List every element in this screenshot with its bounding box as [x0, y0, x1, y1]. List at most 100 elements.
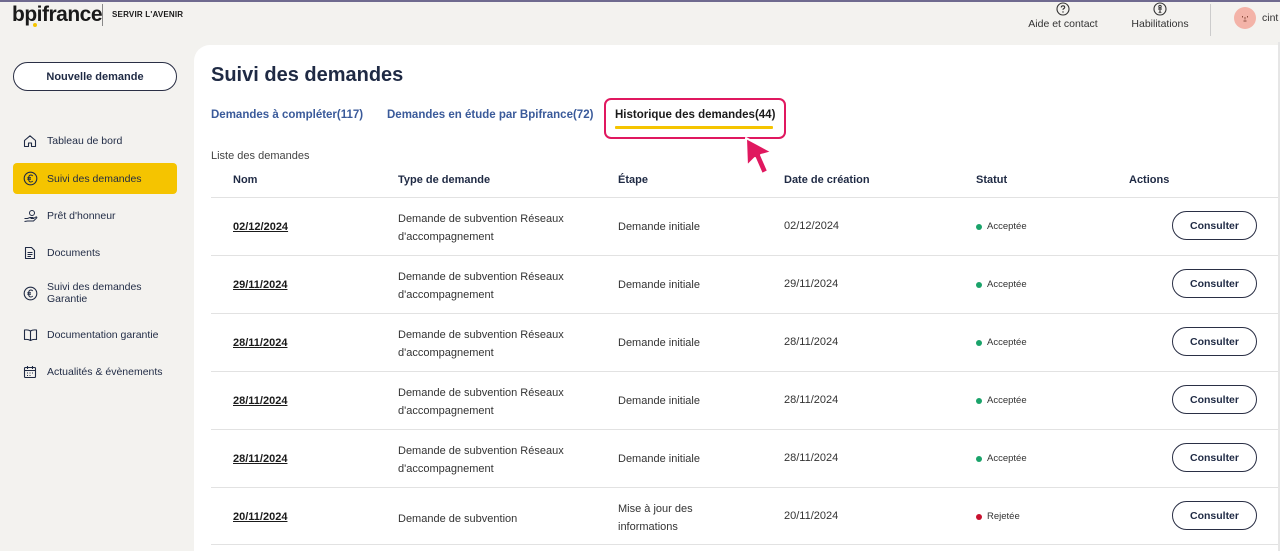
user-name[interactable]: cint — [1262, 12, 1278, 24]
sidebar-item-actualites[interactable]: Actualités & évènements — [13, 361, 177, 383]
table-row: 29/11/2024 Demande de subvention Réseaux… — [211, 255, 1280, 313]
help-contact-link[interactable]: Aide et contact — [1027, 2, 1099, 30]
request-type: Demande de subvention Réseaux d'accompag… — [398, 271, 564, 301]
question-circle-icon — [1056, 2, 1070, 16]
column-header-etape[interactable]: Étape — [618, 174, 648, 186]
tab-demandes-en-etude[interactable]: Demandes en étude par Bpifrance(72) — [387, 109, 593, 121]
status-badge: Rejetée — [976, 511, 1020, 522]
status-dot — [976, 513, 982, 520]
status-label: Acceptée — [987, 279, 1027, 290]
status-badge: Acceptée — [976, 221, 1027, 232]
hand-coin-icon — [13, 209, 47, 224]
person-circle-icon — [1153, 2, 1167, 16]
help-label: Aide et contact — [1028, 18, 1098, 30]
sidebar-item-pret-honneur[interactable]: Prêt d'honneur — [13, 205, 177, 227]
sidebar-item-label: Prêt d'honneur — [47, 210, 116, 222]
request-name-link[interactable]: 28/11/2024 — [233, 453, 287, 465]
status-label: Acceptée — [987, 395, 1027, 406]
column-header-statut[interactable]: Statut — [976, 174, 1007, 186]
request-date: 28/11/2024 — [784, 394, 839, 406]
top-header: bpifrance SERVIR L'AVENIR Aide et contac… — [0, 2, 1280, 42]
status-badge: Acceptée — [976, 395, 1027, 406]
status-label: Acceptée — [987, 221, 1027, 232]
euro-icon — [13, 286, 47, 301]
request-type: Demande de subvention Réseaux d'accompag… — [398, 387, 564, 417]
request-type: Demande de subvention Réseaux d'accompag… — [398, 213, 564, 243]
sidebar-item-suivi-garantie[interactable]: Suivi des demandes Garantie — [13, 277, 177, 309]
request-name-link[interactable]: 28/11/2024 — [233, 395, 287, 407]
sidebar-item-documentation-garantie[interactable]: Documentation garantie — [13, 324, 177, 346]
status-label: Rejetée — [987, 511, 1020, 522]
habilitations-label: Habilitations — [1131, 18, 1189, 30]
status-label: Acceptée — [987, 453, 1027, 464]
request-name-link[interactable]: 02/12/2024 — [233, 221, 288, 233]
request-name-link[interactable]: 20/11/2024 — [233, 511, 287, 523]
avatar[interactable] — [1234, 7, 1256, 29]
face-icon — [1242, 16, 1248, 22]
status-badge: Acceptée — [976, 279, 1027, 290]
header-divider — [1210, 4, 1211, 36]
request-etape: Demande initiale — [618, 395, 700, 407]
request-name-link[interactable]: 29/11/2024 — [233, 279, 287, 291]
column-header-type[interactable]: Type de demande — [398, 174, 490, 186]
sidebar-item-documents[interactable]: Documents — [13, 242, 177, 264]
column-header-nom[interactable]: Nom — [233, 174, 257, 186]
consulter-button[interactable]: Consulter — [1172, 443, 1257, 472]
sidebar-item-label: Documentation garantie — [47, 329, 159, 341]
status-badge: Acceptée — [976, 337, 1027, 348]
sidebar-item-label: Suivi des demandes Garantie — [47, 281, 142, 305]
main-content: Suivi des demandes Demandes à compléter(… — [194, 45, 1280, 551]
sidebar-item-label: Actualités & évènements — [47, 366, 163, 378]
tab-demandes-a-completer[interactable]: Demandes à compléter(117) — [211, 109, 363, 121]
sidebar-item-label: Suivi des demandes — [47, 172, 142, 185]
sidebar-item-suivi-demandes[interactable]: Suivi des demandes — [13, 163, 177, 194]
consulter-button[interactable]: Consulter — [1172, 385, 1257, 414]
table-row: 02/12/2024 Demande de subvention Réseaux… — [211, 197, 1280, 255]
status-dot — [976, 339, 982, 346]
table-row: 28/11/2024 Demande de subvention Réseaux… — [211, 429, 1280, 487]
status-dot — [976, 397, 982, 404]
request-date: 20/11/2024 — [784, 510, 839, 522]
status-label: Acceptée — [987, 337, 1027, 348]
logo-separator — [102, 4, 103, 26]
request-etape: Demande initiale — [618, 221, 700, 233]
home-icon — [13, 134, 47, 148]
logo-tagline: SERVIR L'AVENIR — [112, 10, 184, 19]
status-badge: Acceptée — [976, 453, 1027, 464]
request-etape: Demande initiale — [618, 453, 700, 465]
request-type: Demande de subvention Réseaux d'accompag… — [398, 329, 564, 359]
logo-dot — [33, 23, 37, 27]
page-title: Suivi des demandes — [211, 64, 404, 86]
table-row: 20/11/2024 Demande de subvention Mise à … — [211, 487, 1280, 545]
pointer-cursor-icon — [745, 137, 773, 175]
request-date: 28/11/2024 — [784, 336, 839, 348]
bpifrance-logo[interactable]: bpifrance — [12, 3, 103, 27]
tab-highlight-box — [604, 98, 786, 139]
new-request-button[interactable]: Nouvelle demande — [13, 62, 177, 91]
list-label: Liste des demandes — [211, 150, 310, 162]
book-icon — [13, 328, 47, 342]
calendar-icon — [13, 365, 47, 379]
sidebar-item-dashboard[interactable]: Tableau de bord — [13, 130, 177, 152]
document-icon — [13, 246, 47, 260]
request-type: Demande de subvention Réseaux d'accompag… — [398, 445, 564, 475]
table-row: 28/11/2024 Demande de subvention Réseaux… — [211, 313, 1280, 371]
consulter-button[interactable]: Consulter — [1172, 501, 1257, 530]
column-header-date[interactable]: Date de création — [784, 174, 870, 186]
status-dot — [976, 281, 982, 288]
sidebar-item-label: Documents — [47, 247, 101, 259]
table-row: 28/11/2024 Demande de subvention Réseaux… — [211, 371, 1280, 429]
consulter-button[interactable]: Consulter — [1172, 211, 1257, 240]
status-dot — [976, 223, 982, 230]
status-dot — [976, 455, 982, 462]
consulter-button[interactable]: Consulter — [1172, 327, 1257, 356]
euro-icon — [13, 171, 47, 186]
request-date: 29/11/2024 — [784, 278, 839, 290]
consulter-button[interactable]: Consulter — [1172, 269, 1257, 298]
request-type: Demande de subvention — [398, 513, 518, 525]
column-header-actions: Actions — [1129, 174, 1170, 186]
habilitations-link[interactable]: Habilitations — [1126, 2, 1194, 30]
sidebar-item-label: Tableau de bord — [47, 135, 123, 147]
request-name-link[interactable]: 28/11/2024 — [233, 337, 287, 349]
request-etape: Mise à jour des informations — [618, 503, 693, 533]
